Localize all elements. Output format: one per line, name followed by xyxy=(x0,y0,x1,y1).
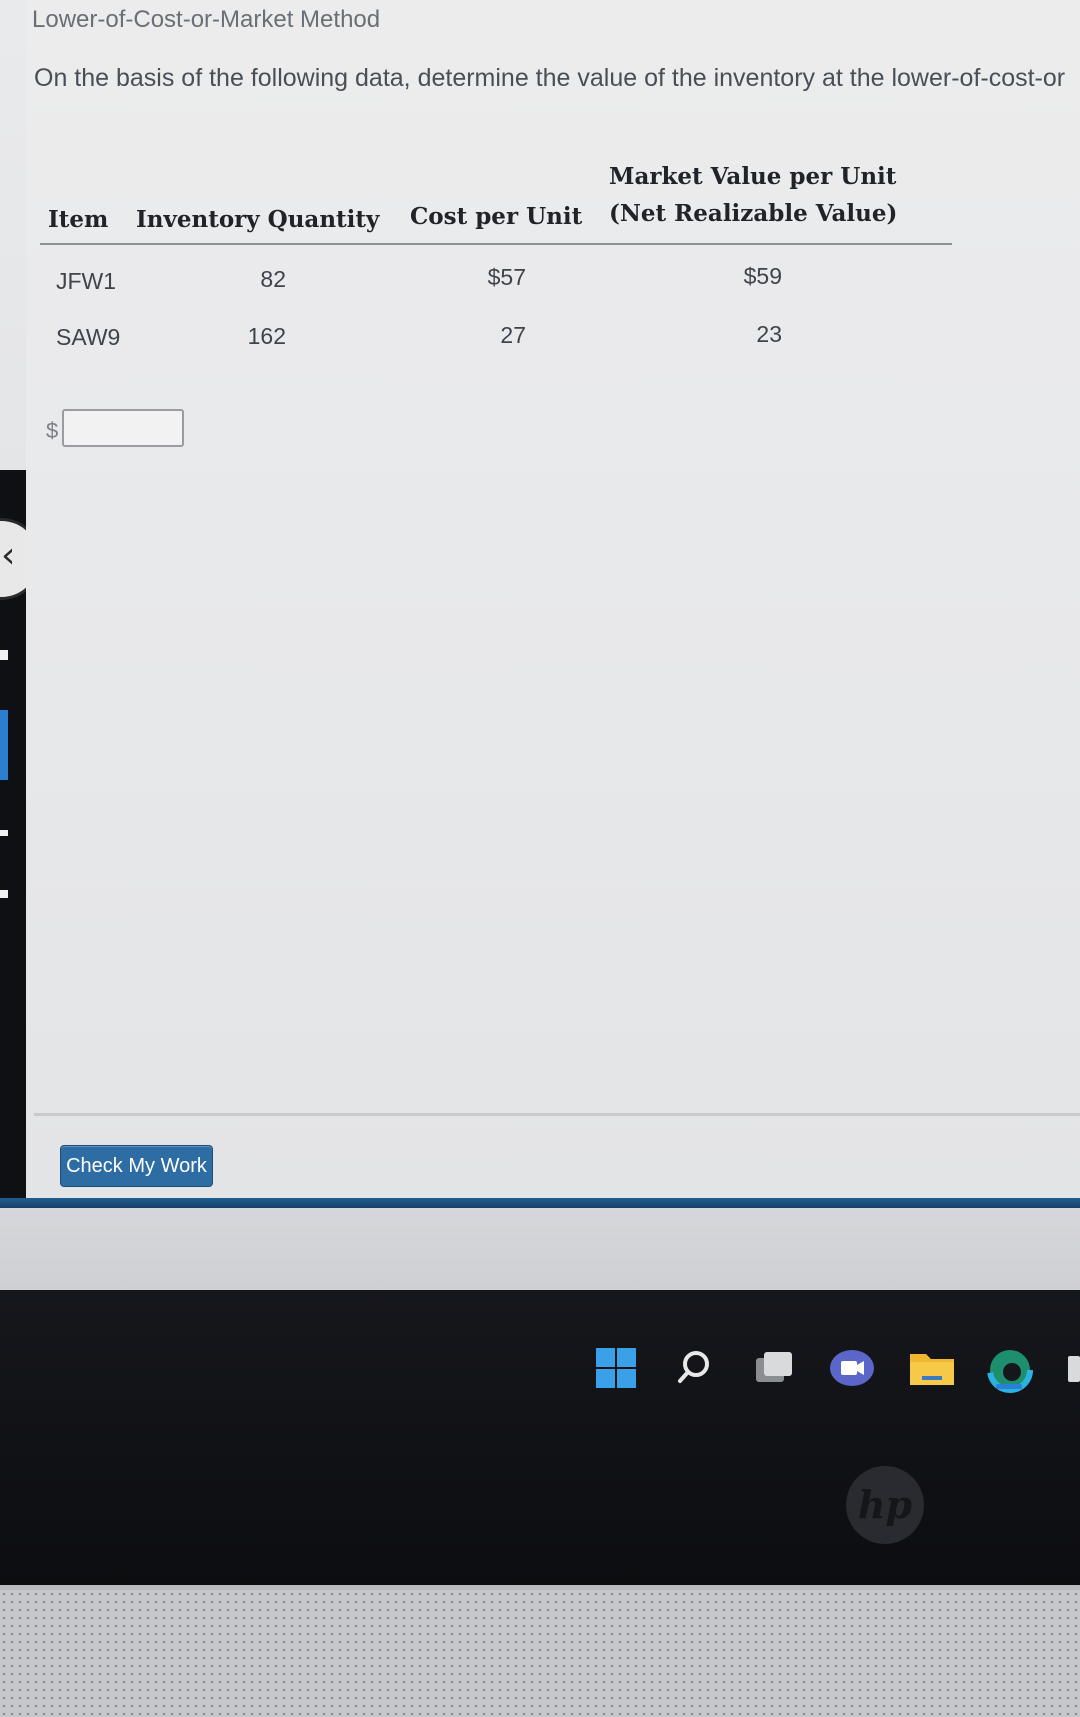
cell-quantity: 162 xyxy=(247,323,286,349)
cell-cost: 27 xyxy=(500,322,526,348)
chevron-left-icon: ‹ xyxy=(1,535,16,576)
windows-start-icon[interactable] xyxy=(594,1346,638,1390)
strip-marker-active xyxy=(0,710,8,780)
header-market-line1: Market Value per Unit xyxy=(609,163,897,190)
currency-symbol: $ xyxy=(46,418,59,443)
header-cost: Cost per Unit xyxy=(410,203,583,230)
footer-divider xyxy=(34,1113,1080,1116)
header-quantity: Inventory Quantity xyxy=(136,206,380,233)
desktop-area xyxy=(0,1208,1080,1290)
window-bottom-edge xyxy=(0,1198,1080,1208)
cell-item: JFW1 xyxy=(56,268,117,294)
instruction-text: On the basis of the following data, dete… xyxy=(34,64,1066,92)
taskbar-overflow-icon[interactable] xyxy=(1068,1356,1080,1382)
edge-browser-icon[interactable] xyxy=(986,1346,1033,1393)
strip-marker xyxy=(0,890,8,898)
screen: ‹ Lower-of-Cost-or-Market Method On the … xyxy=(0,0,1080,1290)
cell-quantity: 82 xyxy=(260,266,286,292)
cell-market: 23 xyxy=(756,321,782,347)
header-divider xyxy=(40,243,952,245)
header-item: Item xyxy=(48,206,109,233)
taskbar: hp xyxy=(0,1290,1080,1590)
check-my-work-button[interactable]: Check My Work xyxy=(60,1145,213,1187)
inventory-value-input[interactable] xyxy=(62,409,184,447)
cell-market: $59 xyxy=(743,263,782,289)
assignment-panel: Lower-of-Cost-or-Market Method On the ba… xyxy=(26,0,1080,1200)
assignment-title: Lower-of-Cost-or-Market Method xyxy=(32,6,381,33)
cell-item: SAW9 xyxy=(56,324,121,350)
teams-chat-icon[interactable] xyxy=(828,1346,874,1390)
header-market-line2: (Net Realizable Value) xyxy=(609,200,898,227)
search-icon[interactable] xyxy=(672,1346,716,1390)
file-explorer-icon[interactable] xyxy=(908,1346,954,1390)
task-view-icon[interactable] xyxy=(752,1346,796,1390)
hp-logo: hp xyxy=(846,1466,924,1544)
speaker-grille xyxy=(0,1590,1080,1717)
cell-cost: $57 xyxy=(487,264,526,290)
strip-marker xyxy=(0,650,8,660)
strip-marker xyxy=(0,830,8,836)
